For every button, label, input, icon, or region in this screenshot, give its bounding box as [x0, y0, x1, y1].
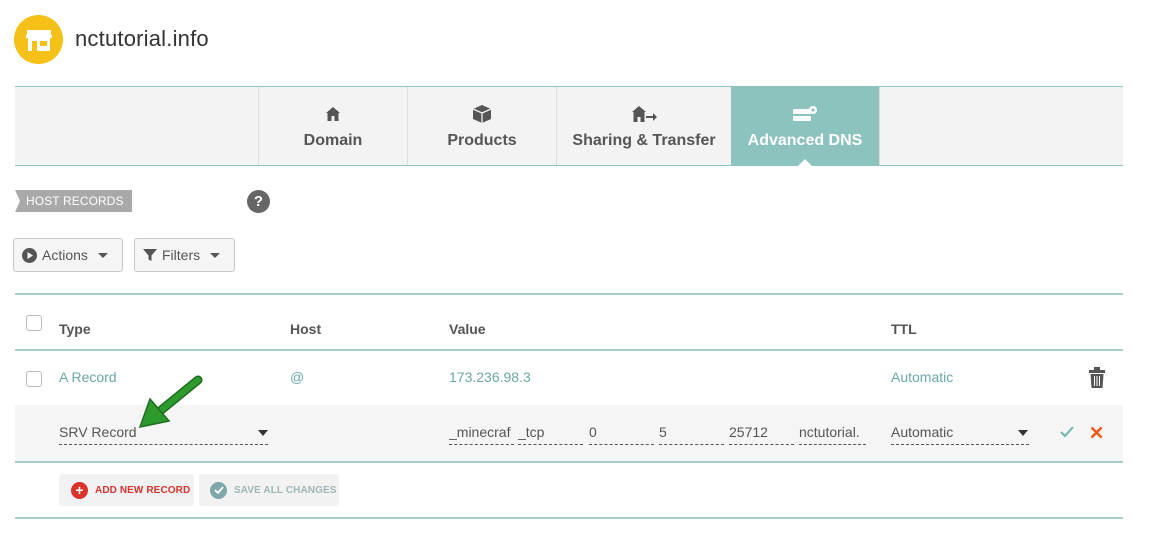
select-all-checkbox[interactable] [26, 315, 42, 331]
actions-dropdown[interactable]: Actions [13, 238, 123, 272]
play-circle-icon [22, 247, 37, 263]
record-host: @ [290, 369, 305, 385]
tab-products[interactable]: Products [407, 87, 556, 165]
tab-domain[interactable]: Domain [258, 87, 407, 165]
tab-bar: Domain Products Sharing & Transfer Advan… [15, 86, 1123, 166]
help-icon[interactable]: ? [247, 190, 270, 213]
annotation-arrow [138, 375, 203, 429]
column-header-ttl: TTL [891, 321, 917, 337]
column-header-host: Host [290, 321, 322, 337]
table-header-rule [15, 349, 1123, 351]
trash-icon[interactable] [1088, 367, 1106, 388]
site-logo [14, 15, 63, 64]
site-title: nctutorial.info [75, 26, 209, 51]
protocol-input[interactable]: _tcp [518, 424, 583, 445]
tab-label: Advanced DNS [747, 132, 863, 149]
record-type: A Record [59, 369, 117, 385]
actions-label: Actions [42, 247, 88, 263]
chevron-down-icon [97, 252, 108, 258]
box-icon [472, 103, 492, 125]
save-all-changes-label: SAVE ALL CHANGES [234, 484, 337, 496]
filter-icon [143, 249, 157, 261]
section-bottom-rule [15, 517, 1123, 519]
tab-sharing-transfer[interactable]: Sharing & Transfer [556, 87, 731, 165]
table-bottom-rule [15, 461, 1123, 463]
row-checkbox[interactable] [26, 371, 42, 387]
server-gear-icon [792, 103, 818, 125]
filters-label: Filters [162, 247, 201, 263]
table-top-rule [15, 293, 1123, 295]
tab-divider [879, 87, 880, 165]
house-icon [325, 103, 341, 125]
tab-advanced-dns[interactable]: Advanced DNS [731, 87, 879, 166]
column-header-value: Value [449, 321, 486, 337]
target-input[interactable]: nctutorial. [799, 424, 866, 445]
service-input[interactable]: _minecraf [449, 424, 514, 445]
storefront-icon [25, 29, 52, 51]
check-circle-icon [210, 481, 227, 499]
ttl-select[interactable]: Automatic [891, 424, 1029, 445]
record-ttl: Automatic [891, 369, 954, 385]
port-input[interactable]: 25712 [729, 424, 794, 445]
check-icon[interactable] [1060, 426, 1074, 438]
active-tab-indicator [798, 159, 812, 166]
record-value: 173.236.98.3 [449, 369, 531, 385]
section-label: HOST RECORDS [15, 190, 132, 212]
add-new-record-button[interactable]: + ADD NEW RECORD [59, 474, 194, 506]
chevron-down-icon [210, 252, 221, 258]
weight-input[interactable]: 5 [659, 424, 724, 445]
chevron-down-icon [1018, 430, 1028, 436]
tab-label: Sharing & Transfer [572, 132, 716, 149]
close-icon[interactable] [1090, 426, 1103, 439]
plus-icon: + [71, 481, 88, 499]
filters-dropdown[interactable]: Filters [134, 238, 235, 272]
tab-label: Products [447, 132, 517, 149]
add-new-record-label: ADD NEW RECORD [95, 484, 191, 496]
chevron-down-icon [258, 430, 268, 436]
tab-label: Domain [303, 132, 363, 149]
house-arrow-icon [631, 103, 657, 125]
priority-input[interactable]: 0 [589, 424, 654, 445]
save-all-changes-button[interactable]: SAVE ALL CHANGES [199, 474, 339, 506]
column-header-type: Type [59, 321, 91, 337]
